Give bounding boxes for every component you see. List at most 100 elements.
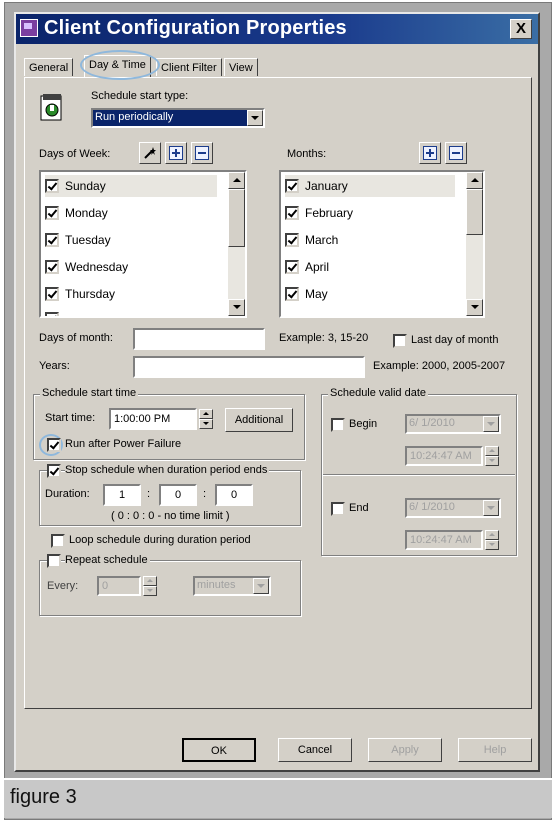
years-input[interactable] bbox=[133, 356, 365, 378]
stop-schedule-checkbox[interactable] bbox=[47, 464, 61, 478]
ok-button[interactable]: OK bbox=[182, 738, 256, 762]
duration-summary: ( 0 : 0 : 0 - no time limit ) bbox=[111, 510, 230, 522]
day-checkbox[interactable] bbox=[45, 179, 59, 193]
group-title: Schedule valid date bbox=[328, 387, 429, 399]
schedule-icon bbox=[39, 92, 65, 122]
begin-date-value: 6/ 1/2010 bbox=[409, 417, 455, 429]
tab-view[interactable]: View bbox=[224, 58, 258, 76]
days-of-month-example: Example: 3, 15-20 bbox=[279, 332, 369, 344]
schedule-type-value: Run periodically bbox=[95, 111, 174, 123]
cancel-button[interactable]: Cancel bbox=[278, 738, 352, 762]
tab-day-time[interactable]: Day & Time bbox=[84, 55, 151, 77]
month-checkbox[interactable] bbox=[285, 179, 299, 193]
every-input[interactable]: 0 bbox=[97, 576, 141, 596]
end-date-picker[interactable]: 6/ 1/2010 bbox=[405, 498, 501, 518]
repeat-unit-select[interactable]: minutes bbox=[193, 576, 271, 596]
tab-client-filter[interactable]: Client Filter bbox=[156, 58, 222, 76]
end-time-spinner[interactable] bbox=[485, 530, 499, 550]
day-checkbox[interactable] bbox=[45, 312, 59, 316]
duration-seconds-input[interactable]: 0 bbox=[215, 484, 253, 506]
every-label: Every: bbox=[47, 580, 79, 592]
minus-icon bbox=[195, 146, 209, 160]
end-label: End bbox=[349, 502, 369, 514]
day-checkbox[interactable] bbox=[45, 206, 59, 220]
stop-schedule-label: Stop schedule when duration period ends bbox=[65, 464, 270, 476]
remove-month-button[interactable] bbox=[445, 142, 467, 164]
every-spinner[interactable] bbox=[143, 576, 157, 596]
close-button[interactable]: X bbox=[510, 19, 532, 39]
loop-schedule-checkbox[interactable] bbox=[51, 534, 65, 548]
months-label: Months: bbox=[287, 148, 327, 160]
scroll-down-button[interactable] bbox=[228, 299, 245, 316]
day-checkbox[interactable] bbox=[45, 233, 59, 247]
month-checkbox[interactable] bbox=[285, 287, 299, 301]
window-title: Client Configuration Properties bbox=[44, 17, 347, 39]
chevron-down-icon[interactable] bbox=[483, 500, 499, 516]
month-checkbox[interactable] bbox=[285, 260, 299, 274]
scroll-up-button[interactable] bbox=[466, 172, 483, 189]
end-checkbox[interactable] bbox=[331, 502, 345, 516]
years-example: Example: 2000, 2005-2007 bbox=[373, 360, 506, 372]
start-time-spinner[interactable] bbox=[199, 409, 213, 429]
months-list[interactable]: January February March April May bbox=[279, 170, 485, 318]
scroll-down-button[interactable] bbox=[466, 299, 483, 316]
divider bbox=[323, 474, 515, 476]
begin-checkbox[interactable] bbox=[331, 418, 345, 432]
month-checkbox[interactable] bbox=[285, 233, 299, 247]
schedule-type-label: Schedule start type: bbox=[91, 90, 189, 102]
help-button[interactable]: Help bbox=[458, 738, 532, 762]
repeat-schedule-checkbox[interactable] bbox=[47, 554, 61, 568]
day-checkbox[interactable] bbox=[45, 260, 59, 274]
days-of-month-input[interactable] bbox=[133, 328, 265, 350]
day-checkbox[interactable] bbox=[45, 287, 59, 301]
repeat-schedule-label: Repeat schedule bbox=[65, 554, 150, 566]
last-day-checkbox[interactable] bbox=[393, 334, 407, 348]
end-date-value: 6/ 1/2010 bbox=[409, 501, 455, 513]
scroll-up-button[interactable] bbox=[228, 172, 245, 189]
additional-button[interactable]: Additional bbox=[225, 408, 293, 432]
chevron-down-icon[interactable] bbox=[247, 110, 263, 126]
start-time-label: Start time: bbox=[45, 412, 96, 424]
begin-label: Begin bbox=[349, 418, 378, 430]
title-bar[interactable]: Client Configuration Properties X bbox=[16, 14, 538, 44]
plus-icon bbox=[169, 146, 183, 160]
apply-button[interactable]: Apply bbox=[368, 738, 442, 762]
months-scrollbar[interactable] bbox=[466, 172, 483, 316]
chevron-down-icon[interactable] bbox=[253, 578, 269, 594]
years-label: Years: bbox=[39, 360, 70, 372]
properties-dialog: Client Configuration Properties X Genera… bbox=[14, 12, 540, 772]
begin-date-picker[interactable]: 6/ 1/2010 bbox=[405, 414, 501, 434]
schedule-type-select[interactable]: Run periodically bbox=[91, 108, 265, 128]
duration-minutes-input[interactable]: 0 bbox=[159, 484, 197, 506]
end-time-input[interactable]: 10:24:47 AM bbox=[405, 530, 483, 550]
wand-icon bbox=[144, 147, 156, 159]
days-of-week-list[interactable]: Sunday Monday Tuesday Wednesday Thursday bbox=[39, 170, 247, 318]
start-time-input[interactable]: 1:00:00 PM bbox=[109, 408, 197, 430]
colon-separator: : bbox=[203, 488, 207, 500]
duration-hours-input[interactable]: 1 bbox=[103, 484, 141, 506]
duration-label: Duration: bbox=[45, 488, 90, 500]
scroll-thumb[interactable] bbox=[228, 189, 245, 247]
colon-separator: : bbox=[147, 488, 151, 500]
begin-time-input[interactable]: 10:24:47 AM bbox=[405, 446, 483, 466]
day-time-panel: Schedule start type: Run periodically Da… bbox=[24, 77, 532, 709]
list-item[interactable]: January bbox=[285, 175, 455, 197]
chevron-down-icon[interactable] bbox=[483, 416, 499, 432]
days-of-month-label: Days of month: bbox=[39, 332, 113, 344]
repeat-unit-value: minutes bbox=[197, 579, 236, 591]
begin-time-spinner[interactable] bbox=[485, 446, 499, 466]
days-scrollbar[interactable] bbox=[228, 172, 245, 316]
add-day-button[interactable] bbox=[165, 142, 187, 164]
month-checkbox[interactable] bbox=[285, 206, 299, 220]
remove-day-button[interactable] bbox=[191, 142, 213, 164]
add-month-button[interactable] bbox=[419, 142, 441, 164]
run-after-power-failure-checkbox[interactable] bbox=[47, 438, 61, 452]
tab-general[interactable]: General bbox=[24, 58, 74, 76]
list-item[interactable]: Sunday bbox=[45, 175, 217, 197]
figure-caption: figure 3 bbox=[4, 778, 552, 818]
minus-icon bbox=[449, 146, 463, 160]
group-title: Schedule start time bbox=[40, 387, 139, 399]
figure-caption-text: figure 3 bbox=[10, 786, 77, 808]
select-all-days-button[interactable] bbox=[139, 142, 161, 164]
scroll-thumb[interactable] bbox=[466, 189, 483, 235]
